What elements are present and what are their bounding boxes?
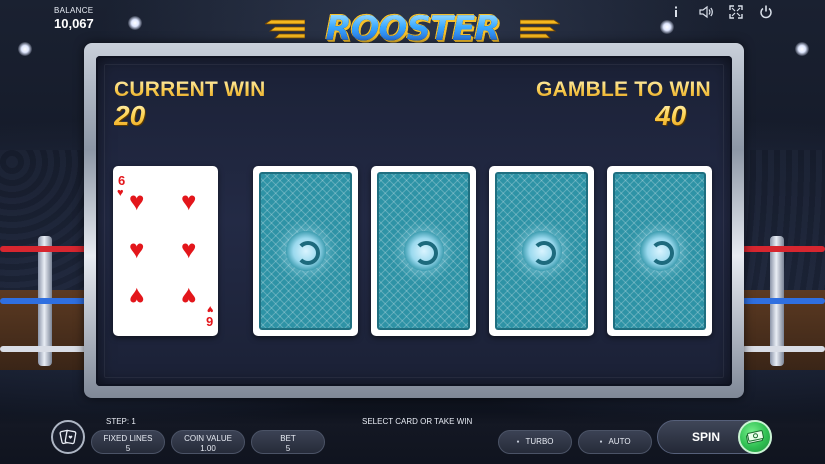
balance-label: BALANCE — [54, 6, 94, 15]
face-down-card-2[interactable] — [371, 166, 476, 336]
card-suit-top: ♥ — [117, 187, 124, 199]
card-rank-top: 6 — [118, 173, 126, 188]
fixed-lines-display: FIXED LINES 5 — [91, 430, 165, 454]
step-label: STEP: 1 — [106, 417, 136, 426]
ring-rope — [0, 298, 90, 304]
card-back-logo-icon — [285, 231, 326, 271]
ring-rope — [0, 246, 90, 252]
card-back-pattern — [259, 172, 352, 330]
card-back-logo-icon — [521, 231, 562, 271]
current-win-value: 20 — [114, 100, 146, 131]
balance-value: 10,067 — [54, 16, 94, 31]
collect-cash-button[interactable] — [738, 420, 772, 454]
heart-pip-icon: ♥ — [129, 186, 145, 216]
gamble-to-win-value: 40 — [655, 100, 687, 131]
top-icon-bar — [669, 5, 773, 19]
card-back-pattern — [495, 172, 588, 330]
stadium-light — [18, 42, 32, 56]
cards-icon — [59, 429, 77, 445]
face-down-card-4[interactable] — [607, 166, 712, 336]
sound-icon[interactable] — [699, 5, 713, 19]
current-win-label: CURRENT WIN — [114, 78, 266, 101]
card-back-pattern — [377, 172, 470, 330]
stadium-light — [660, 20, 674, 34]
spin-label: SPIN — [692, 430, 721, 444]
fullscreen-icon[interactable] — [729, 5, 743, 19]
stadium-light — [128, 16, 142, 30]
cash-icon — [746, 430, 764, 444]
stadium-light — [795, 42, 809, 56]
card-back-logo-icon — [639, 231, 680, 271]
turbo-label: TURBO — [499, 431, 571, 453]
card-back-logo-icon — [403, 231, 444, 271]
card-back-pattern — [613, 172, 706, 330]
power-icon[interactable] — [759, 5, 773, 19]
bet-label: BET — [280, 434, 296, 443]
status-message: SELECT CARD OR TAKE WIN — [362, 417, 473, 426]
heart-pip-icon: ♥ — [181, 282, 197, 312]
auto-label: AUTO — [579, 431, 651, 453]
info-icon[interactable] — [669, 5, 683, 19]
face-down-card-3[interactable] — [489, 166, 594, 336]
coin-value-label: COIN VALUE — [184, 434, 232, 443]
heart-pip-icon: ♥ — [181, 234, 197, 264]
ring-rope — [742, 346, 825, 352]
ring-rope — [0, 346, 90, 352]
heart-pip-icon: ♥ — [181, 186, 197, 216]
card-suit-bottom: ♥ — [207, 303, 214, 315]
heart-pip-icon: ♥ — [129, 282, 145, 312]
coin-value-value: 1.00 — [200, 444, 216, 453]
ring-rope — [742, 298, 825, 304]
bet-value: 5 — [285, 444, 291, 453]
ring-rope — [742, 246, 825, 252]
heart-pip-icon: ♥ — [129, 234, 145, 264]
fixed-lines-value: 5 — [125, 444, 131, 453]
fixed-lines-label: FIXED LINES — [103, 434, 153, 443]
card-rank-bottom: 6 — [205, 314, 213, 329]
face-down-card-1[interactable] — [253, 166, 358, 336]
turbo-button[interactable]: TURBO — [498, 430, 572, 454]
gamble-history-button[interactable] — [51, 420, 85, 454]
gamble-to-win-label: GAMBLE TO WIN — [536, 78, 711, 101]
bet-selector[interactable]: BET 5 — [251, 430, 325, 454]
auto-button[interactable]: AUTO — [578, 430, 652, 454]
dealer-card: 6 ♥ 6 ♥ ♥ ♥ ♥ ♥ ♥ ♥ — [113, 166, 218, 336]
coin-value-selector[interactable]: COIN VALUE 1.00 — [171, 430, 245, 454]
